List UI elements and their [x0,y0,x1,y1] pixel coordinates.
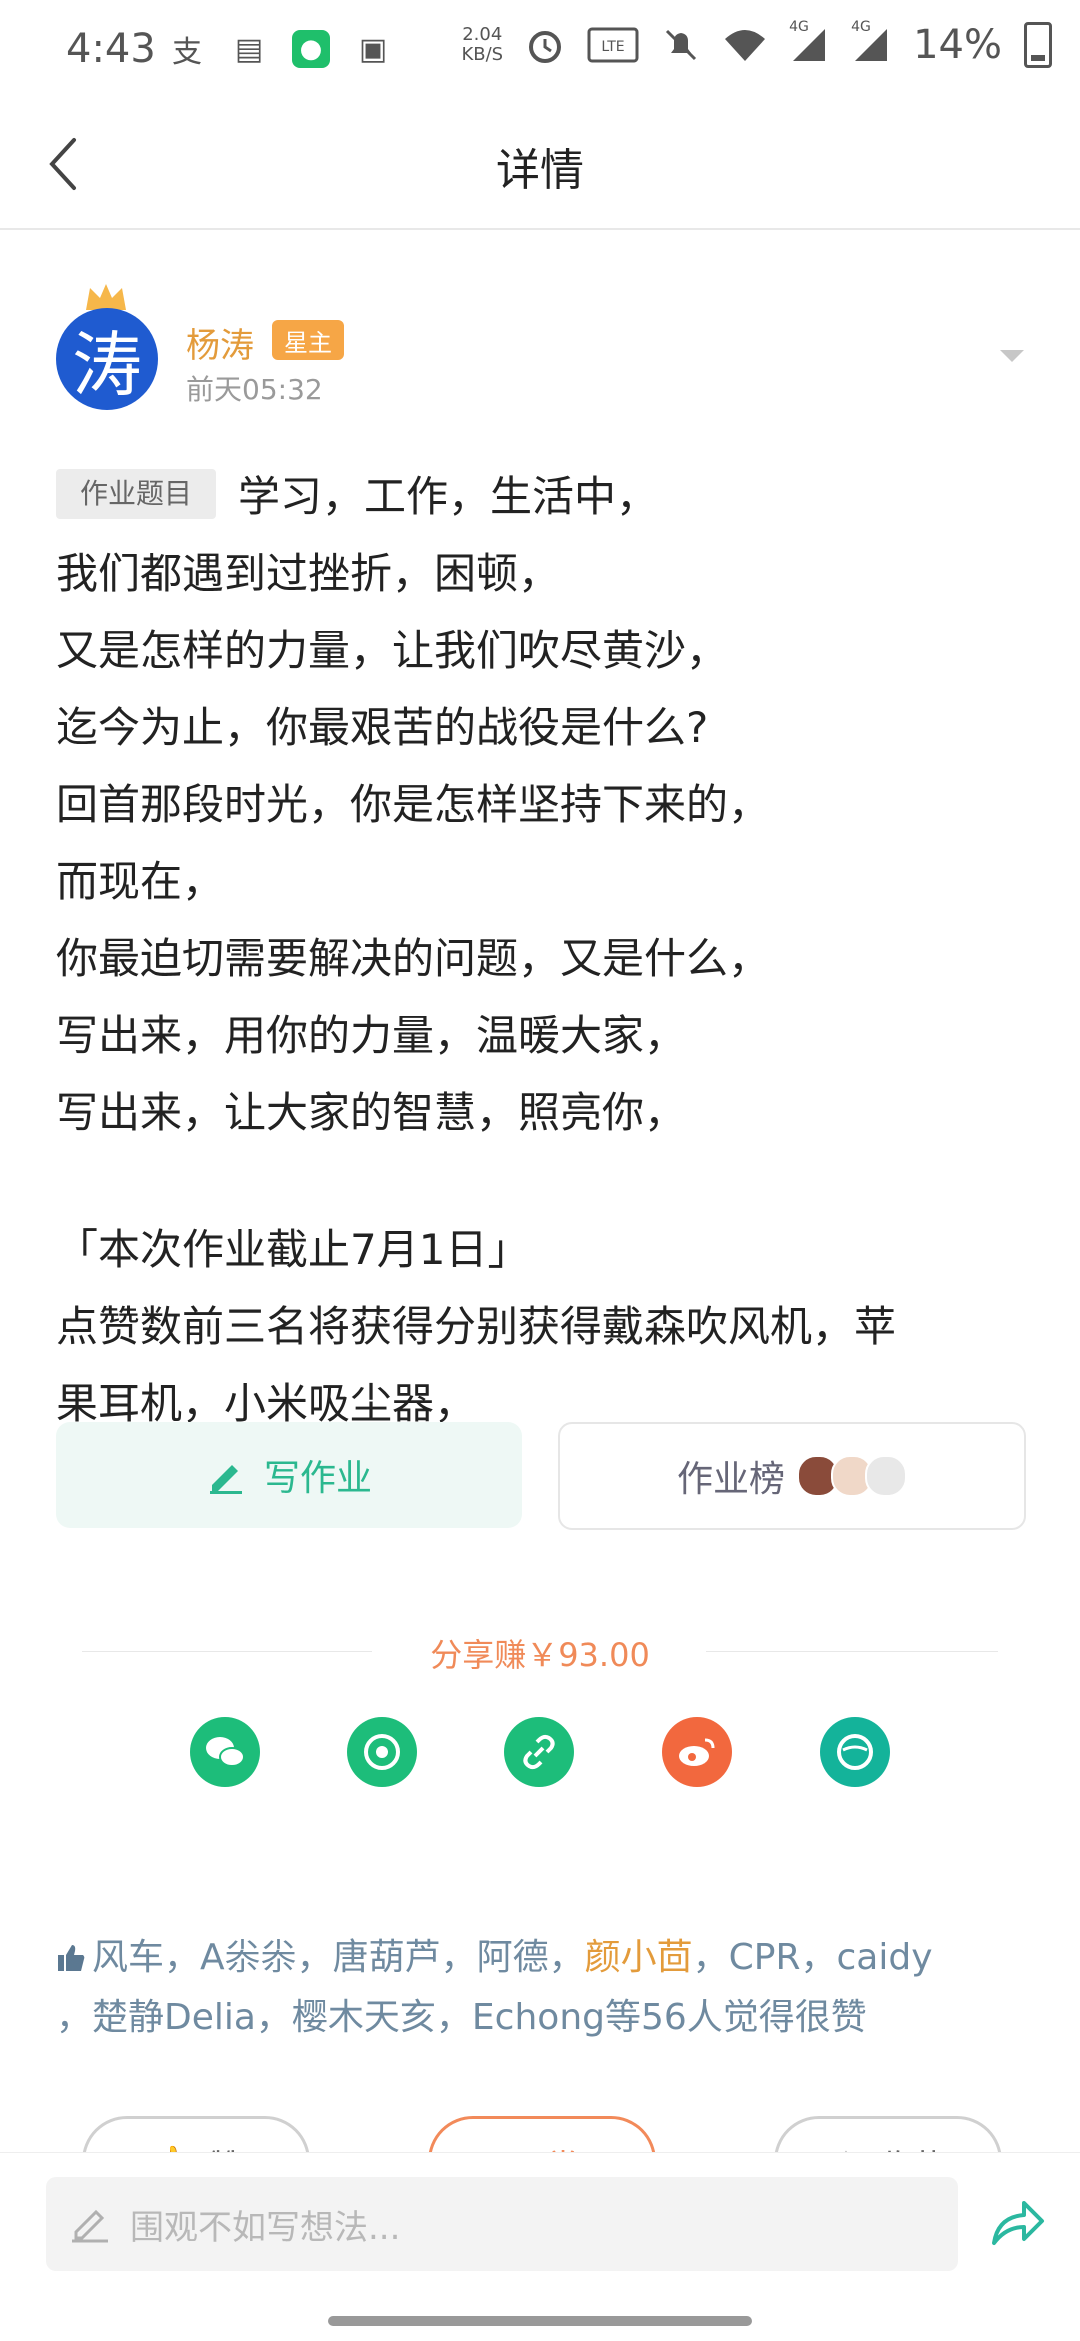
document-icon: ▤ [234,31,264,67]
alarm-icon [529,31,562,63]
comment-placeholder: 围观不如写想法... [130,2207,401,2248]
author-name[interactable]: 杨涛 [186,318,254,367]
pencil-icon [209,1465,242,1494]
network-type-2: 4G [851,19,871,35]
moments-icon[interactable] [347,1717,417,1787]
network-type-1: 4G [789,19,809,35]
thumb-up-icon [58,1945,85,1971]
content-line: 迄今为止，你最艰苦的战役是什么? [56,703,709,752]
status-time: 4:43 [66,26,156,72]
mute-icon [666,29,697,61]
comment-bar: 围观不如写想法... [0,2152,1080,2341]
content-line: 又是怎样的力量，让我们吹尽黄沙， [56,626,729,675]
content-line-text: 学习，工作，生活中， [238,472,659,521]
net-speed: 2.04 KB/S [461,25,503,65]
battery-icon [1024,22,1052,68]
homework-tag: 作业题目 [56,469,217,519]
content-line: 你最迫切需要解决的问题，又是什么， [56,934,771,983]
homework-rank-label: 作业榜 [676,1459,785,1500]
status-notification-icons: 支 ▤ ● ▣ [168,30,392,70]
signal-1-icon: 4G [789,19,829,65]
net-speed-unit: KB/S [461,44,504,65]
prize-line: 点赞数前三名将获得分别获得戴森吹风机，苹 [56,1302,897,1351]
alipay-icon: 支 [172,35,202,70]
deadline-line: 「本次作业截止7月1日」 [56,1225,530,1274]
likes-highlight-name[interactable]: 颜小茴 [585,1937,693,1978]
signal-2-icon: 4G [851,19,891,65]
post-time: 前天05:32 [186,373,323,406]
likes-names-summary[interactable]: ，楚静Delia，樱木天亥，Echong等56人觉得很赞 [56,1997,867,2038]
image-icon: ▣ [358,31,388,67]
battery-percent: 14% [913,22,1002,68]
likes-names[interactable]: ，CPR，caidy [693,1937,933,1978]
planet-icon[interactable] [820,1717,890,1787]
wifi-icon [725,30,766,61]
pencil-icon [72,2209,108,2243]
comment-input[interactable]: 围观不如写想法... [46,2177,958,2271]
link-icon[interactable] [504,1717,574,1787]
content-line: 回首那段时光，你是怎样坚持下来的， [56,780,771,829]
share-earn-label: 分享赚￥93.00 [430,1636,650,1674]
post-content: 作业题目 学习，工作，生活中， 我们都遇到过挫折，困顿， 又是怎样的力量，让我们吹… [56,458,1016,1442]
content-line: 我们都遇到过挫折，困顿， [56,549,561,598]
weibo-icon[interactable] [662,1717,732,1787]
net-speed-value: 2.04 [462,24,503,45]
likes-list: 风车，A尜尜，唐葫芦，阿德，颜小茴，CPR，caidy ，楚静Delia，樱木天… [56,1928,1026,2048]
write-homework-label: 写作业 [263,1458,372,1499]
homework-rank-button[interactable]: 作业榜 [558,1422,1026,1530]
share-arrow-icon[interactable] [990,2197,1046,2249]
more-dropdown-icon[interactable] [1000,350,1024,362]
content-line: 写出来，让大家的智慧，照亮你， [56,1088,687,1137]
content-line: 写出来，用你的力量，温暖大家， [56,1011,687,1060]
svg-text:LTE: LTE [601,39,624,55]
status-system-icons: 2.04 KB/S LTE 4G 4G 14% [461,19,1052,68]
app-icon: ● [292,30,330,68]
volte-icon: LTE [587,27,639,63]
likes-names[interactable]: 风车，A尜尜，唐葫芦，阿德， [92,1937,585,1978]
role-badge: 星主 [272,320,344,360]
content-line: 而现在， [56,857,225,906]
home-indicator[interactable] [328,2316,752,2326]
avatar [865,1455,907,1497]
author-avatar[interactable]: 涛 [56,308,158,410]
wechat-icon[interactable] [190,1717,260,1787]
content-line: 作业题目 学习，工作，生活中， [56,458,1016,535]
status-bar: 4:43 支 ▤ ● ▣ 2.04 KB/S LTE 4G 4G 14% [0,0,1080,100]
write-homework-button[interactable]: 写作业 [56,1422,522,1528]
top-navigation-bar: 详情 [0,100,1080,230]
rank-avatars [797,1455,907,1497]
page-title: 详情 [496,145,584,196]
